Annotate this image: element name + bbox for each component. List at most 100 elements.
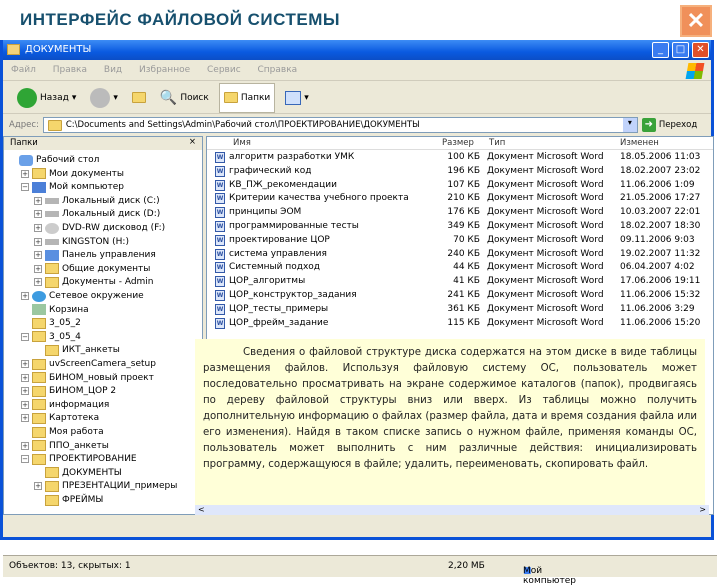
scroll-right-icon[interactable]: > (699, 505, 706, 514)
horizontal-scrollbar[interactable]: < > (195, 505, 709, 515)
tree-item[interactable]: + DVD-RW дисковод (F:) (34, 221, 165, 235)
tree-item[interactable]: ФРЕЙМЫ (34, 493, 103, 507)
file-row[interactable]: Wсистема управления 240 КБ Документ Micros… (207, 248, 713, 262)
file-row[interactable]: Wалгоритм разработки УМК 100 КБ Документ M… (207, 151, 713, 165)
tree-item-label: Корзина (49, 304, 89, 315)
tree-item[interactable]: + Панель управления (34, 248, 156, 262)
expand-icon[interactable] (34, 469, 42, 477)
tree-item[interactable]: + KINGSTON (H:) (34, 235, 129, 249)
tree-item[interactable]: + информация (21, 398, 109, 412)
menu-file[interactable]: Файл (11, 65, 36, 75)
tree-item[interactable]: + Общие документы (34, 262, 150, 276)
tree-item[interactable]: + БИНОМ_новый проект (21, 371, 154, 385)
column-type[interactable]: Тип (489, 138, 505, 148)
file-row[interactable]: W КВ_ПЖ_рекомендации 107 КБ Документ Micros… (207, 179, 713, 193)
views-button[interactable]: ▾ (281, 89, 313, 107)
tree-item[interactable]: − Мой компьютер (21, 180, 124, 194)
expand-icon[interactable]: + (34, 482, 42, 491)
tree-item[interactable]: − 3_05_4 (21, 330, 81, 344)
expand-icon[interactable]: + (21, 373, 29, 382)
file-row[interactable]: Wграфический код 196 КБ Документ Microsoft… (207, 165, 713, 179)
expand-icon[interactable]: + (21, 360, 29, 368)
column-size[interactable]: Размер (442, 138, 474, 148)
menu-favorites[interactable]: Избранное (139, 65, 190, 75)
expand-icon[interactable] (21, 428, 29, 436)
file-row[interactable]: W Системный подход 44 КБ Документ Microsoft… (207, 261, 713, 275)
tree-item[interactable]: + Картотека (21, 411, 99, 425)
scroll-left-icon[interactable]: < (198, 505, 205, 514)
collapse-icon[interactable]: − (21, 455, 29, 464)
file-row[interactable]: Wпроектирование ЦОР 70 КБ Документ Microso… (207, 234, 713, 248)
file-row[interactable]: W Критерии качества учебного проекта 210 К… (207, 192, 713, 206)
expand-icon[interactable]: + (34, 251, 42, 260)
tree-item[interactable]: + ПРЕЗЕНТАЦИИ_примеры (34, 479, 177, 493)
back-button[interactable]: Назад ▾ (13, 86, 80, 110)
tree-item[interactable]: Корзина (21, 303, 89, 317)
tree-item[interactable]: − ПРОЕКТИРОВАНИЕ (21, 452, 137, 466)
file-row[interactable]: W ЦОР_алгоритмы 41 КБ Документ Microsoft Wo… (207, 275, 713, 289)
expand-icon[interactable]: + (34, 210, 42, 219)
tree-item[interactable]: + Локальный диск (C:) (34, 194, 160, 208)
expand-icon[interactable]: + (34, 196, 42, 205)
folder-icon (45, 494, 59, 506)
minimize-button[interactable]: _ (652, 42, 669, 58)
tree-item[interactable]: Моя работа (21, 425, 104, 439)
chevron-down-icon[interactable]: ▾ (622, 118, 637, 132)
close-button[interactable]: ✕ (692, 42, 709, 58)
tree-item[interactable]: + Документы - Admin (34, 275, 154, 289)
up-button[interactable] (128, 90, 150, 105)
menu-view[interactable]: Вид (104, 65, 122, 75)
tree-item[interactable]: + uvScreenCamera_setup (21, 357, 156, 371)
go-button[interactable]: ➜ Переход (641, 118, 697, 132)
expand-icon[interactable] (8, 156, 16, 164)
tree-item[interactable]: + Мои документы (21, 167, 124, 181)
expand-icon[interactable]: + (34, 264, 42, 273)
forward-button[interactable]: ▾ (86, 86, 122, 110)
file-row[interactable]: W ЦОР_тесты_примеры 361 КБ Документ Microso… (207, 303, 713, 317)
search-button[interactable]: 🔍 Поиск (156, 88, 213, 108)
tree-item[interactable]: ДОКУМЕНТЫ (34, 466, 122, 480)
file-row[interactable]: W ЦОР_конструктор_задания 241 КБ Документ M… (207, 289, 713, 303)
tree-item-label: БИНОМ_новый проект (49, 372, 154, 383)
menu-tools[interactable]: Сервис (207, 65, 241, 75)
expand-icon[interactable]: + (21, 169, 29, 178)
expand-icon[interactable]: + (21, 387, 29, 396)
column-name[interactable]: Имя (233, 138, 251, 148)
collapse-icon[interactable]: − (21, 183, 29, 192)
tree-item[interactable]: ИКТ_анкеты (34, 343, 120, 357)
expand-icon[interactable] (21, 306, 29, 314)
menu-edit[interactable]: Правка (53, 65, 87, 75)
tree-item[interactable]: + Сетевое окружение (21, 289, 144, 303)
file-row[interactable]: Wпрограммированные тесты 349 КБ Документ M… (207, 220, 713, 234)
expand-icon[interactable]: + (21, 414, 29, 423)
folders-button[interactable]: Папки (218, 82, 276, 113)
tree-item[interactable]: + БИНОМ_ЦОР 2 (21, 384, 116, 398)
expand-icon[interactable]: + (21, 400, 29, 409)
expand-icon[interactable]: + (34, 237, 42, 246)
tree-item[interactable]: + ППО_анкеты (21, 439, 109, 453)
maximize-button[interactable]: □ (672, 42, 689, 58)
file-name: ЦОР_алгоритмы (229, 276, 306, 287)
folder-icon (32, 358, 46, 370)
file-name: ЦОР_тесты_примеры (229, 303, 329, 314)
expand-icon[interactable] (34, 346, 42, 354)
window-titlebar: ДОКУМЕНТЫ _ □ ✕ (3, 40, 711, 60)
expand-icon[interactable]: + (34, 278, 42, 287)
file-row[interactable]: Wпринципы ЭОМ 176 КБ Документ Microsoft Wo… (207, 206, 713, 220)
word-document-icon: W (215, 221, 225, 232)
collapse-icon[interactable]: − (21, 332, 29, 341)
address-input[interactable]: C:\Documents and Settings\Admin\Рабочий … (42, 117, 638, 133)
close-pane-button[interactable]: × (189, 137, 196, 147)
expand-icon[interactable] (34, 496, 42, 504)
tree-item[interactable]: + Локальный диск (D:) (34, 207, 160, 221)
slide-close-button[interactable]: ✕ (680, 5, 712, 37)
column-modified[interactable]: Изменен (620, 138, 659, 148)
expand-icon[interactable]: + (34, 224, 42, 232)
expand-icon[interactable]: + (21, 441, 29, 450)
file-row[interactable]: W ЦОР_фрейм_задание 115 КБ Документ Microso… (207, 317, 713, 331)
tree-item[interactable]: Рабочий стол (8, 153, 99, 167)
tree-item[interactable]: 3_05_2 (21, 316, 81, 330)
expand-icon[interactable] (21, 319, 29, 327)
expand-icon[interactable]: + (21, 292, 29, 300)
menu-help[interactable]: Справка (258, 65, 298, 75)
